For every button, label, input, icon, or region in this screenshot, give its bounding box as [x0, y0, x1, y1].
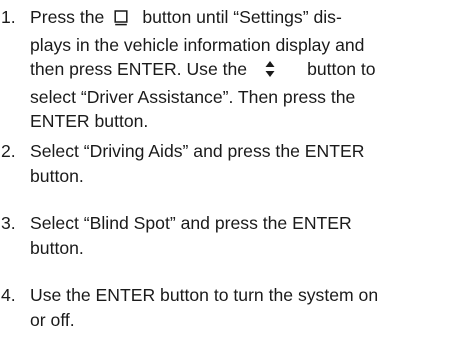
step-line: select “Driver Assistance”. Then press t…	[30, 86, 356, 107]
step-text: Select “Driving Aids” and press the ENTE…	[30, 139, 454, 188]
step-text: Use the ENTER button to turn the system …	[30, 283, 454, 332]
step-1: 1. Press the button until “Settings” dis-…	[0, 5, 457, 131]
step-number: 1.	[1, 7, 16, 27]
step-text: Press the button until “Settings” dis- pl…	[30, 5, 454, 134]
step-line: Select “Driving Aids” and press the ENTE…	[30, 141, 365, 161]
step-line: or off.	[30, 309, 75, 330]
step-line: Press the button until “Settings” dis-	[30, 5, 454, 33]
up-down-arrow-icon	[265, 60, 275, 85]
step-line: button.	[30, 165, 84, 186]
step-line: then press ENTER. Use the button to	[30, 57, 454, 85]
step-number: 3.	[1, 213, 16, 233]
display-mode-icon	[114, 8, 128, 33]
step-text: Select “Blind Spot” and press the ENTER …	[30, 211, 454, 260]
step-line: Use the ENTER button to turn the system …	[30, 285, 379, 305]
step-2: 2. Select “Driving Aids” and press the E…	[0, 139, 457, 189]
step-4: 4. Use the ENTER button to turn the syst…	[0, 283, 457, 333]
step-line: ENTER button.	[30, 111, 149, 131]
step-line: Select “Blind Spot” and press the ENTER	[30, 213, 352, 233]
step-line: button.	[30, 237, 84, 258]
step-number: 2.	[1, 141, 16, 161]
step-3: 3. Select “Blind Spot” and press the ENT…	[0, 211, 457, 261]
step-line: plays in the vehicle information display…	[30, 34, 365, 55]
step-number: 4.	[1, 285, 16, 305]
